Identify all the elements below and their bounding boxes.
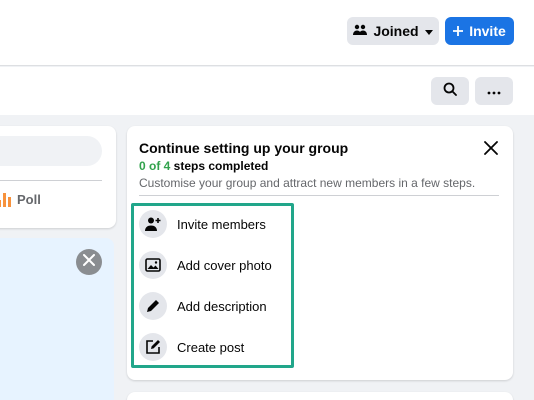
- task-label: Create post: [177, 339, 245, 355]
- joined-button[interactable]: Joined: [347, 17, 439, 45]
- more-options-button[interactable]: [475, 77, 513, 105]
- invite-label: Invite: [469, 23, 506, 39]
- close-icon: [83, 253, 95, 271]
- close-setup-button[interactable]: [479, 138, 503, 162]
- setup-title: Continue setting up your group: [139, 140, 349, 156]
- edit-square-icon: [139, 333, 167, 361]
- steps-count: 0 of 4: [139, 159, 171, 173]
- search-icon: [443, 82, 457, 101]
- invite-members-task[interactable]: Invite members: [139, 209, 266, 239]
- post-composer-card: Poll: [0, 126, 116, 228]
- close-icon: [484, 140, 498, 160]
- setup-subtitle: Customise your group and attract new mem…: [139, 176, 476, 190]
- next-card: [127, 392, 513, 400]
- group-setup-card: Continue setting up your group 0 of 4 st…: [127, 126, 513, 380]
- group-people-icon: [353, 23, 368, 39]
- more-icon: [487, 82, 501, 100]
- add-cover-photo-task[interactable]: Add cover photo: [139, 250, 272, 280]
- poll-icon: [0, 192, 11, 207]
- poll-button[interactable]: Poll: [0, 192, 41, 207]
- photo-icon: [139, 251, 167, 279]
- setup-divider: [139, 195, 499, 196]
- invite-button[interactable]: Invite: [445, 17, 514, 45]
- search-button[interactable]: [431, 77, 469, 105]
- group-header-bar: Joined Invite: [0, 0, 534, 66]
- poll-label: Poll: [17, 192, 41, 207]
- composer-divider: [0, 180, 102, 181]
- task-label: Add cover photo: [177, 257, 272, 273]
- group-tab-bar: [0, 67, 534, 115]
- task-label: Add description: [177, 298, 267, 314]
- pencil-icon: [139, 292, 167, 320]
- dismiss-banner-button[interactable]: [76, 249, 102, 275]
- steps-progress: 0 of 4 steps completed: [139, 159, 268, 173]
- create-post-task[interactable]: Create post: [139, 332, 244, 362]
- joined-label: Joined: [373, 23, 419, 39]
- caret-down-icon: [424, 23, 433, 39]
- composer-input[interactable]: [0, 136, 102, 166]
- plus-icon: [453, 23, 464, 39]
- task-label: Invite members: [177, 216, 266, 232]
- steps-suffix: steps completed: [170, 159, 269, 173]
- add-person-icon: [139, 210, 167, 238]
- add-description-task[interactable]: Add description: [139, 291, 267, 321]
